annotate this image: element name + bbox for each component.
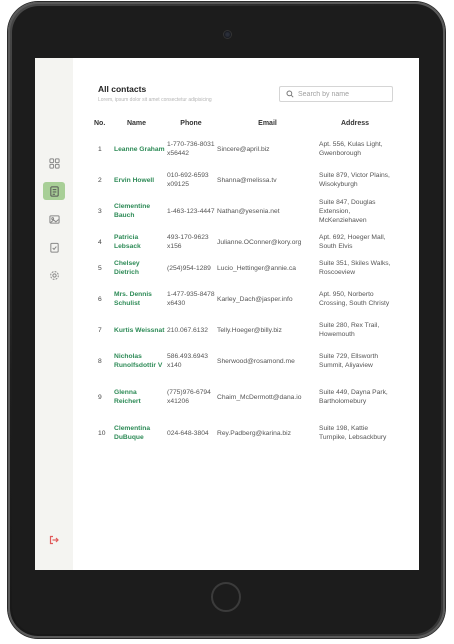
cell-email: Nathan@yesenia.net [217,207,280,215]
cell-phone: (254)954-1289 [167,264,211,272]
cell-address: Suite 449, Dayna Park, Bartholomebury [319,389,388,405]
sidebar-item-tasks[interactable] [43,238,65,256]
table-row[interactable]: 3 Clementine Bauch 1-463-123-4447 Nathan@ye… [94,193,392,229]
table-row[interactable]: 8 Nicholas Runolfsdottir V 586.493.6943 x1… [94,343,392,379]
settings-gear-icon [49,270,59,280]
search-box[interactable] [279,86,393,102]
cell-email: Sincere@april.biz [217,145,270,153]
cell-address: Suite 847, Douglas Extension, McKenzieha… [319,198,376,224]
cell-name[interactable]: Glenna Reichert [108,379,165,415]
cell-name[interactable]: Chelsey Dietrich [108,255,165,281]
cell-address: Suite 351, Skiles Walks, Roscoeview [319,260,391,276]
col-header-phone: Phone [180,120,202,127]
cell-no: 5 [98,264,102,272]
sidebar [35,58,73,570]
checklist-icon [49,242,59,253]
cell-email: Julianne.OConner@kory.org [217,238,302,246]
logout-icon[interactable] [48,534,60,546]
cell-name[interactable]: Clementine Bauch [108,193,165,229]
contacts-icon [49,185,59,197]
cell-phone: 1-477-935-8478 x6430 [167,291,215,307]
cell-address: Suite 729, Ellsworth Summit, Aliyaview [319,353,379,369]
cell-email: Karley_Dach@jasper.info [217,295,293,303]
cell-name[interactable]: Kurtis Weissnat [108,317,165,343]
table-row[interactable]: 1 Leanne Graham 1-770-736-8031 x56442 Since… [94,131,392,167]
sidebar-item-contacts[interactable] [43,182,65,200]
cell-email: Rey.Padberg@karina.biz [217,429,291,437]
cell-no: 7 [98,326,102,334]
page-subtitle: Lorem, ipsum dolor sit amet consectetur … [98,97,212,103]
search-input[interactable] [298,90,388,98]
main-content: All contacts Lorem, ipsum dolor sit amet… [73,58,419,570]
cell-address: Apt. 556, Kulas Light, Gwenborough [319,141,383,157]
app-screen: All contacts Lorem, ipsum dolor sit amet… [35,58,419,570]
table-row[interactable]: 4 Patricia Lebsack 493-170-9623 x156 Julian… [94,229,392,255]
camera-icon [224,31,231,38]
cell-no: 4 [98,238,102,246]
cell-name[interactable]: Mrs. Dennis Schulist [108,281,165,317]
search-icon [286,90,294,98]
cell-email: Sherwood@rosamond.me [217,357,295,365]
cell-name[interactable]: Leanne Graham [108,131,165,167]
cell-phone: 010-692-6593 x09125 [167,172,209,188]
cell-email: Lucio_Hettinger@annie.ca [217,264,296,272]
cell-phone: (775)976-6794 x41206 [167,389,211,405]
col-header-no: No. [94,120,106,127]
page-title: All contacts [98,84,147,94]
cell-email: Chaim_McDermott@dana.io [217,393,302,401]
sidebar-item-settings[interactable] [43,266,65,284]
cell-name[interactable]: Nicholas Runolfsdottir V [108,343,165,379]
table-row[interactable]: 7 Kurtis Weissnat 210.067.6132 Telly.Hoeger… [94,317,392,343]
cell-name[interactable]: Clementina DuBuque [108,415,165,451]
home-button[interactable] [211,582,241,612]
table-row[interactable]: 10 Clementina DuBuque 024-648-3804 Rey.Padb… [94,415,392,451]
contacts-table: No. Name Phone Email Address 1 Leanne Gra… [94,116,392,451]
cell-email: Telly.Hoeger@billy.biz [217,326,282,334]
table-row[interactable]: 6 Mrs. Dennis Schulist 1-477-935-8478 x643… [94,281,392,317]
sidebar-item-gallery[interactable] [43,210,65,228]
cell-no: 1 [98,145,102,153]
sidebar-item-dashboard[interactable] [43,154,65,172]
cell-no: 2 [98,176,102,184]
cell-address: Suite 280, Rex Trail, Howemouth [319,322,380,338]
cell-phone: 210.067.6132 [167,326,208,334]
image-icon [48,214,60,224]
grid-icon [48,157,60,169]
cell-phone: 1-463-123-4447 [167,207,215,215]
cell-phone: 586.493.6943 x140 [167,353,208,369]
cell-email: Shanna@melissa.tv [217,176,277,184]
cell-address: Suite 198, Kattie Turnpike, Lebsackbury [319,425,387,441]
cell-no: 3 [98,207,102,215]
cell-name[interactable]: Ervin Howell [108,167,165,193]
cell-phone: 493-170-9623 x156 [167,234,209,250]
cell-no: 10 [98,429,106,437]
cell-address: Apt. 950, Norberto Crossing, South Chris… [319,291,390,307]
table-row[interactable]: 2 Ervin Howell 010-692-6593 x09125 Shanna@m… [94,167,392,193]
cell-phone: 1-770-736-8031 x56442 [167,141,215,157]
col-header-address: Address [340,120,369,127]
cell-name[interactable]: Patricia Lebsack [108,229,165,255]
cell-address: Apt. 692, Hoeger Mall, South Elvis [319,234,386,250]
cell-no: 8 [98,357,102,365]
cell-no: 6 [98,295,102,303]
table-header-row: No. Name Phone Email Address [94,116,392,131]
table-row[interactable]: 9 Glenna Reichert (775)976-6794 x41206 Chai… [94,379,392,415]
cell-address: Suite 879, Victor Plains, Wisokyburgh [319,172,390,188]
col-header-name: Name [126,120,147,127]
cell-no: 9 [98,393,102,401]
col-header-email: Email [258,120,277,127]
table-row[interactable]: 5 Chelsey Dietrich (254)954-1289 Lucio_Hett… [94,255,392,281]
cell-phone: 024-648-3804 [167,429,209,437]
